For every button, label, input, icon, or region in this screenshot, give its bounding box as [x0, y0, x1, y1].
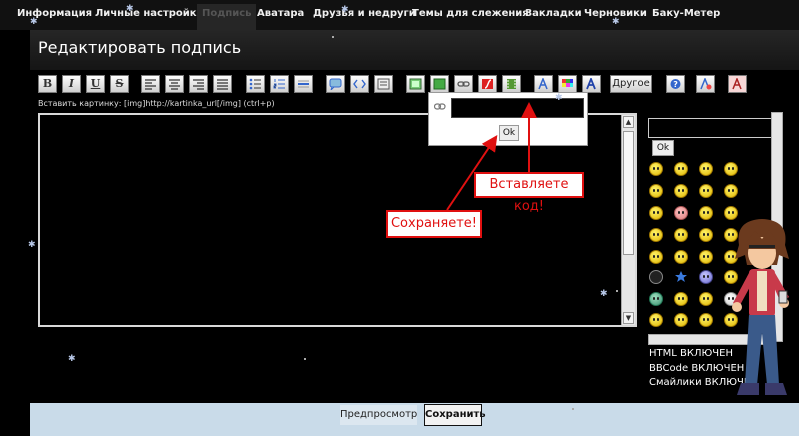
smiley-icon[interactable] [649, 270, 663, 284]
star-smiley-icon[interactable] [674, 270, 688, 284]
smiley-icon[interactable] [674, 162, 688, 176]
snow-star-icon: ✱ [555, 93, 563, 103]
smiley-icon[interactable] [649, 292, 663, 306]
smilies-search-input[interactable] [648, 118, 772, 138]
snow-dot [616, 290, 618, 292]
snow-dot [572, 408, 574, 410]
smiley-icon[interactable] [699, 184, 713, 198]
smiley-icon[interactable] [674, 184, 688, 198]
snow-star-icon: ✱ [341, 5, 349, 15]
smiley-icon[interactable] [724, 162, 738, 176]
smiley-icon[interactable] [649, 313, 663, 327]
callout-save: Сохраняете! [386, 210, 482, 238]
smiley-icon[interactable] [674, 292, 688, 306]
html-status: HTML ВКЛЮЧЕН [649, 348, 733, 359]
snow-star-icon: ✱ [600, 289, 608, 299]
anime-character-image [732, 219, 789, 395]
save-button[interactable]: Сохранить [424, 404, 486, 426]
preview-button[interactable]: Предпросмотр [339, 404, 418, 426]
smiley-icon[interactable] [699, 206, 713, 220]
callout-paste-code: Вставляете код! [474, 172, 584, 214]
smilies-ok-button[interactable]: Ok [652, 140, 674, 156]
snow-dot [304, 358, 306, 360]
snow-star-icon: ✱ [126, 4, 134, 14]
smiley-icon[interactable] [674, 250, 688, 264]
smiley-icon[interactable] [674, 206, 688, 220]
smiley-icon[interactable] [649, 228, 663, 242]
smiley-icon[interactable] [649, 184, 663, 198]
smiley-icon[interactable] [699, 270, 713, 284]
snow-star-icon: ✱ [68, 354, 76, 364]
smiley-icon[interactable] [674, 228, 688, 242]
smiley-icon[interactable] [699, 228, 713, 242]
smiley-icon[interactable] [699, 313, 713, 327]
snow-star-icon: ✱ [612, 17, 620, 27]
snow-star-icon: ✱ [30, 17, 38, 27]
smiley-icon[interactable] [699, 292, 713, 306]
smiley-icon[interactable] [724, 184, 738, 198]
smiley-icon[interactable] [649, 162, 663, 176]
smiley-icon[interactable] [699, 162, 713, 176]
smiley-icon[interactable] [649, 206, 663, 220]
smiley-icon[interactable] [649, 250, 663, 264]
smiley-icon[interactable] [674, 313, 688, 327]
smiley-icon[interactable] [699, 250, 713, 264]
snow-star-icon: ✱ [28, 240, 36, 250]
snow-dot [332, 36, 334, 38]
